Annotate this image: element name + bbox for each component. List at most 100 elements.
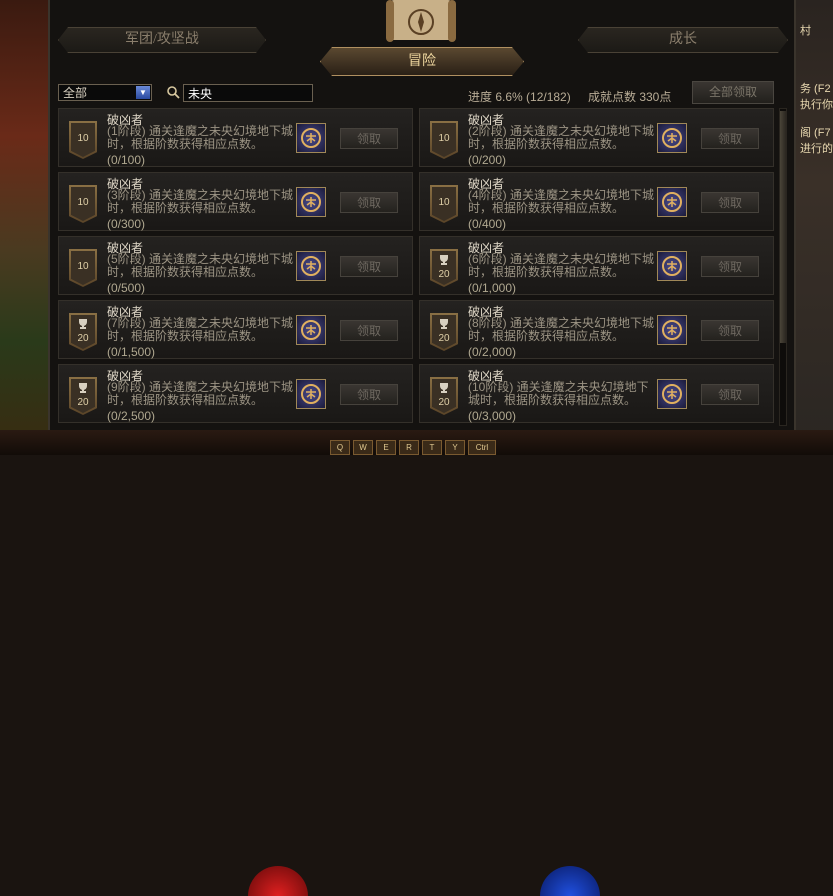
achievement-progress: (0/3,000) [468,409,517,423]
trophy-icon [440,319,448,329]
reward-item-icon[interactable] [296,123,326,153]
side-quest-text[interactable]: 阁 (F7 [800,124,831,140]
hotkey-slot[interactable]: Y [445,440,465,455]
trophy-icon [440,255,448,265]
claim-button[interactable]: 领取 [340,192,398,213]
points-badge: 20 [69,377,97,415]
reward-item-icon[interactable] [296,187,326,217]
side-quest-text: 进行的 [800,143,833,155]
achievement-description: (3阶段) 通关逢魔之未央幻境地下城时，根据阶数获得相应点数。 [107,188,294,215]
achievement-card: 10 破凶者 (4阶段) 通关逢魔之未央幻境地下城时，根据阶数获得相应点数。 (0/4… [419,172,774,231]
bottom-hud: Q W E R T Y Ctrl [0,430,833,896]
achievement-card: 10 破凶者 (3阶段) 通关逢魔之未央幻境地下城时，根据阶数获得相应点数。 (0/3… [58,172,413,231]
skill-hotbar: Q W E R T Y Ctrl [330,440,496,455]
achievement-card: 10 破凶者 (1阶段) 通关逢魔之未央幻境地下城时，根据阶数获得相应点数。 (0/1… [58,108,413,167]
game-scene-left [0,0,48,455]
reward-item-icon[interactable] [657,315,687,345]
claim-button[interactable]: 领取 [340,256,398,277]
side-quest-text: 执行你 [800,99,833,111]
hotkey-slot[interactable]: W [353,440,373,455]
achievement-description: (9阶段) 通关逢魔之未央幻境地下城时，根据阶数获得相应点数。 [107,380,294,407]
hotkey-slot[interactable]: T [422,440,442,455]
claim-button[interactable]: 领取 [340,320,398,341]
category-dropdown[interactable]: 全部 ▼ [58,84,152,101]
chevron-down-icon[interactable]: ▼ [136,86,150,99]
points-badge: 10 [69,121,97,159]
reward-item-icon[interactable] [296,379,326,409]
reward-item-icon[interactable] [657,379,687,409]
scroll-compass-icon [386,0,456,42]
achievement-description: (2阶段) 通关逢魔之未央幻境地下城时，根据阶数获得相应点数。 [468,124,655,151]
progress-text: 进度 6.6% (12/182) [468,90,571,104]
points-badge: 20 [69,313,97,351]
achievement-progress: (0/200) [468,153,507,167]
badge-points: 10 [77,197,89,208]
points-badge: 10 [69,249,97,287]
achievement-description: (5阶段) 通关逢魔之未央幻境地下城时，根据阶数获得相应点数。 [107,252,294,279]
hotkey-slot[interactable]: R [399,440,419,455]
achievement-card: 10 破凶者 (2阶段) 通关逢魔之未央幻境地下城时，根据阶数获得相应点数。 (0/2… [419,108,774,167]
points-badge: 20 [430,249,458,287]
tab-growth[interactable]: 成长 [578,27,788,53]
achievement-progress: (0/2,000) [468,345,517,359]
tab-adventure[interactable]: 冒险 [320,47,524,76]
hp-orb [248,866,308,896]
reward-item-icon[interactable] [296,251,326,281]
trophy-icon [440,383,448,393]
achievement-progress: (0/2,500) [107,409,156,423]
badge-points: 10 [438,197,450,208]
achievement-progress: (0/100) [107,153,146,167]
tab-legion[interactable]: 军团/攻坚战 [58,27,266,53]
badge-points: 10 [77,133,89,144]
badge-points: 20 [77,397,89,408]
badge-points: 10 [77,261,89,272]
achievement-card: 20 破凶者 (9阶段) 通关逢魔之未央幻境地下城时，根据阶数获得相应点数。 (0/2… [58,364,413,423]
achievement-description: (8阶段) 通关逢魔之未央幻境地下城时，根据阶数获得相应点数。 [468,316,655,343]
badge-points: 20 [438,333,450,344]
trophy-icon [79,319,87,329]
reward-item-icon[interactable] [657,123,687,153]
reward-item-icon[interactable] [296,315,326,345]
badge-points: 20 [438,269,450,280]
achievement-description: (4阶段) 通关逢魔之未央幻境地下城时，根据阶数获得相应点数。 [468,188,655,215]
achievement-card: 20 破凶者 (7阶段) 通关逢魔之未央幻境地下城时，根据阶数获得相应点数。 (0/1… [58,300,413,359]
category-dropdown-value: 全部 [63,86,88,100]
achievement-card: 20 破凶者 (6阶段) 通关逢魔之未央幻境地下城时，根据阶数获得相应点数。 (0/1… [419,236,774,295]
badge-points: 10 [438,133,450,144]
achievement-card: 20 破凶者 (8阶段) 通关逢魔之未央幻境地下城时，根据阶数获得相应点数。 (0/2… [419,300,774,359]
game-scene-right: 村 务 (F2 执行你 阁 (F7 进行的 [792,0,833,455]
achievement-description: (7阶段) 通关逢魔之未央幻境地下城时，根据阶数获得相应点数。 [107,316,294,343]
claim-button[interactable]: 领取 [701,192,759,213]
achievement-progress: (0/400) [468,217,507,231]
claim-button[interactable]: 领取 [701,384,759,405]
claim-button[interactable]: 领取 [340,384,398,405]
points-badge: 10 [430,185,458,223]
hotkey-slot[interactable]: Ctrl [468,440,496,455]
achievement-progress: (0/500) [107,281,146,295]
achievement-progress: (0/1,500) [107,345,156,359]
achievement-progress: (0/300) [107,217,146,231]
claim-button[interactable]: 领取 [340,128,398,149]
claim-button[interactable]: 领取 [701,256,759,277]
achievement-points: 成就点数 330点 [588,90,672,104]
claim-all-button[interactable]: 全部领取 [692,81,774,104]
achievement-panel: 军团/攻坚战 成长 冒险 全部 ▼ 未央 进度 6.6% (12/182) 成就… [48,0,796,430]
hotkey-slot[interactable]: Q [330,440,350,455]
scrollbar[interactable] [779,108,787,426]
achievement-description: (10阶段) 通关逢魔之未央幻境地下城时，根据阶数获得相应点数。 [468,380,649,407]
badge-points: 20 [438,397,450,408]
claim-button[interactable]: 领取 [701,128,759,149]
side-quest-text[interactable]: 务 (F2 [800,80,831,96]
reward-item-icon[interactable] [657,251,687,281]
trophy-icon [79,383,87,393]
badge-points: 20 [77,333,89,344]
claim-button[interactable]: 领取 [701,320,759,341]
points-badge: 20 [430,313,458,351]
hotkey-slot[interactable]: E [376,440,396,455]
search-icon [167,86,180,99]
reward-item-icon[interactable] [657,187,687,217]
scrollbar-thumb[interactable] [780,111,786,343]
search-input[interactable]: 未央 [183,84,313,102]
points-badge: 20 [430,377,458,415]
mp-orb [540,866,600,896]
